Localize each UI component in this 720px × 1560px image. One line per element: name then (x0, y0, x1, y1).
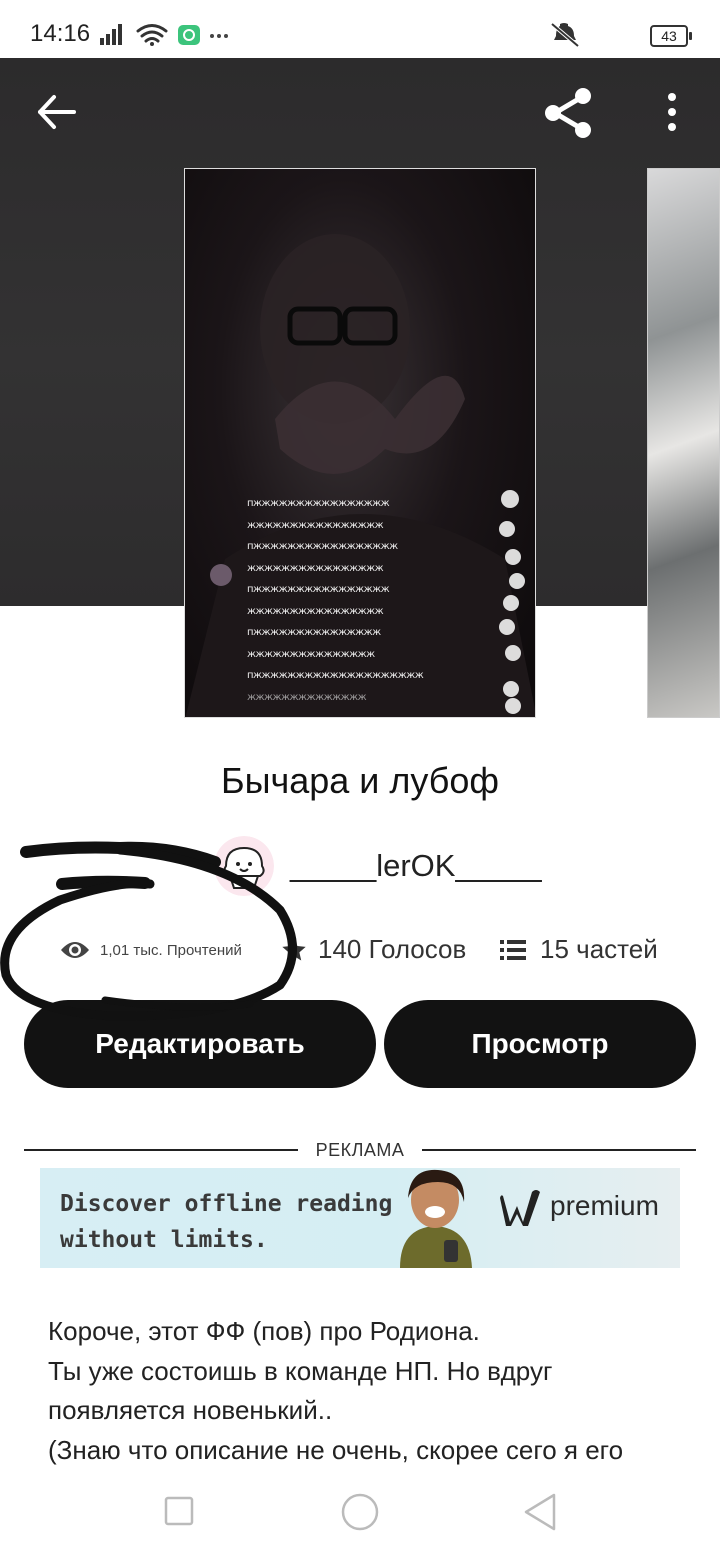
wifi-icon (136, 24, 168, 46)
app-notification-icon (178, 25, 200, 45)
story-title: Бычара и лубоф (220, 760, 500, 801)
back-button[interactable] (34, 92, 78, 132)
story-cover[interactable]: пжжжжжжжжжжжжжжжж жжжжжжжжжжжжжжжж пжжжж… (184, 168, 536, 718)
description-line: появляется новенький.. (48, 1395, 333, 1425)
more-vertical-icon (668, 93, 676, 131)
cover-overlay-text: пжжжжжжжжжжжжжжжж жжжжжжжжжжжжжжжж пжжжж… (247, 498, 424, 703)
share-button[interactable] (541, 86, 595, 140)
back-nav-button[interactable] (522, 1492, 558, 1532)
arrow-left-icon (38, 95, 76, 129)
ad-banner[interactable]: Discover offline reading without limits.… (40, 1168, 680, 1268)
next-story-cover[interactable] (647, 168, 720, 718)
ad-brand: premium (550, 1190, 659, 1221)
wattpad-logo-icon (500, 1190, 540, 1226)
more-status-icon (210, 34, 228, 38)
votes-count: 140 Голосов (280, 934, 466, 965)
votes-label: 140 Голосов (318, 934, 467, 964)
description-line: Ты уже состоишь в команде НП. Но вдруг (48, 1355, 553, 1386)
reads-count: 1,01 тыс. Прочтений (60, 940, 242, 960)
ad-person-image (400, 1169, 472, 1268)
square-icon (164, 1496, 194, 1526)
view-button[interactable]: Просмотр (384, 1000, 696, 1088)
triangle-back-icon (524, 1493, 556, 1531)
share-icon (545, 88, 591, 138)
ad-divider-right (422, 1149, 696, 1151)
eye-icon (61, 942, 89, 958)
description-line: Короче, этот ФФ (пов) про Родиона. (48, 1316, 480, 1346)
signal-icon (100, 24, 122, 45)
battery-indicator: 43 (650, 25, 692, 47)
parts-label: 15 частей (540, 934, 658, 964)
author-avatar[interactable] (214, 836, 274, 896)
silent-mode-icon (550, 22, 580, 48)
home-button[interactable] (340, 1492, 380, 1532)
status-bar: 14:16 43 (0, 0, 720, 58)
list-icon (500, 939, 526, 960)
author-name[interactable]: _____lerOK_____ (290, 848, 542, 884)
status-icons (100, 24, 228, 46)
more-options-button[interactable] (658, 90, 686, 136)
star-icon (282, 937, 306, 960)
ad-text: Discover offline reading without limits. (60, 1191, 393, 1253)
system-nav-bar (0, 1470, 720, 1560)
edit-button[interactable]: Редактировать (24, 1000, 376, 1088)
description-line: (Знаю что описание не очень, скорее сего… (48, 1434, 624, 1465)
parts-count: 15 частей (500, 934, 658, 965)
status-time: 14:16 (30, 20, 91, 47)
recent-apps-button[interactable] (163, 1495, 197, 1529)
circle-icon (341, 1493, 379, 1531)
story-description: Короче, этот ФФ (пов) про Родиона. Ты уж… (48, 1312, 688, 1470)
reads-label: 1,01 тыс. Прочтений (100, 941, 242, 959)
